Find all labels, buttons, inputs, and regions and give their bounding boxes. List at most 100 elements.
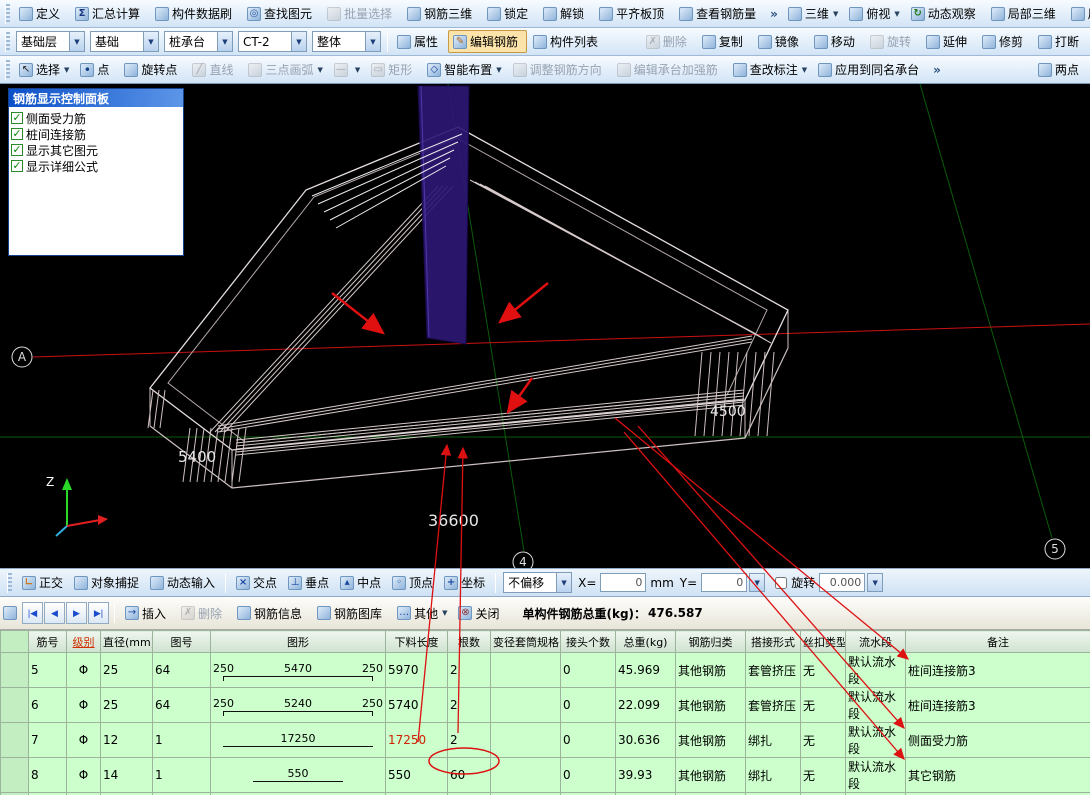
toolbar-button[interactable]: 屏幕 bbox=[1066, 2, 1090, 25]
toolbar-button[interactable]: 垂点 bbox=[283, 571, 334, 594]
offset-combo[interactable]: 不偏移 ▼ bbox=[503, 572, 572, 593]
cell-diameter[interactable]: 12 bbox=[101, 723, 153, 758]
cell-level[interactable]: Φ bbox=[67, 688, 101, 723]
table-row[interactable]: 6 Φ 25 64 250 5240 250 5740 bbox=[1, 688, 1090, 723]
cell-level[interactable]: Φ bbox=[67, 758, 101, 793]
cell-cut-length[interactable]: 550 bbox=[386, 758, 448, 793]
toolbar-button[interactable]: 打断 bbox=[1033, 30, 1088, 53]
record-nav-button[interactable]: ◀ bbox=[44, 602, 65, 624]
toolbar-button[interactable]: 直线 bbox=[187, 58, 242, 81]
cell-quantity[interactable]: 2 bbox=[448, 723, 491, 758]
combo-box[interactable]: 基础层 ▼ bbox=[16, 31, 85, 52]
toolbar-button[interactable]: 三维 ▼ bbox=[783, 2, 843, 25]
toolbar-button[interactable]: 旋转 bbox=[865, 30, 920, 53]
toolbar-button[interactable]: 属性 bbox=[392, 30, 447, 53]
toolbar-button[interactable]: 汇总计算 bbox=[70, 2, 149, 25]
cell-figure-no[interactable]: 64 bbox=[153, 653, 211, 688]
table-row[interactable]: 7 Φ 12 1 17250 17250 bbox=[1, 723, 1090, 758]
cell-category[interactable]: 其他钢筋 bbox=[676, 758, 746, 793]
column-header[interactable]: 根数 bbox=[448, 631, 491, 653]
cell-sleeve-spec[interactable] bbox=[491, 723, 561, 758]
toolbar-button[interactable]: 俯视 ▼ bbox=[844, 2, 904, 25]
toolbar-button[interactable]: 编辑钢筋 bbox=[448, 30, 527, 53]
toolbar-button[interactable]: 查改标注 ▼ bbox=[728, 58, 812, 81]
chevron-down-icon[interactable]: ▼ bbox=[143, 32, 158, 51]
cell-cut-length[interactable]: 5970 bbox=[386, 653, 448, 688]
toolbar-button[interactable]: 钢筋图库 bbox=[312, 602, 391, 625]
toolbar-grip[interactable] bbox=[5, 4, 10, 24]
table-row[interactable]: 8 Φ 14 1 550 550 bbox=[1, 758, 1090, 793]
column-header[interactable]: 直径(mm) bbox=[101, 631, 153, 653]
cell-shape[interactable]: 17250 bbox=[211, 723, 386, 758]
cell-no[interactable]: 8 bbox=[29, 758, 67, 793]
cell-no[interactable]: 6 bbox=[29, 688, 67, 723]
cell-diameter[interactable]: 25 bbox=[101, 688, 153, 723]
cell-no[interactable]: 7 bbox=[29, 723, 67, 758]
column-header[interactable]: 接头个数 bbox=[561, 631, 616, 653]
cell-remark[interactable]: 桩间连接筋3 bbox=[906, 688, 1090, 723]
cell-quantity[interactable]: 2 bbox=[448, 688, 491, 723]
toolbar-button[interactable]: 对象捕捉 bbox=[69, 571, 144, 594]
column-header[interactable]: 丝扣类型 bbox=[801, 631, 846, 653]
toolbar-grip[interactable] bbox=[5, 60, 10, 80]
toolbar-button[interactable]: 删除 bbox=[641, 30, 696, 53]
column-header[interactable]: 筋号 bbox=[29, 631, 67, 653]
cell-weight[interactable]: 45.969 bbox=[616, 653, 676, 688]
column-header[interactable]: 流水段 bbox=[846, 631, 906, 653]
toolbar-button[interactable]: 坐标 bbox=[439, 571, 490, 594]
combo-box[interactable]: 基础 ▼ bbox=[90, 31, 159, 52]
y-spinner[interactable]: ▼ bbox=[749, 573, 765, 592]
cell-remark[interactable]: 其它钢筋 bbox=[906, 758, 1090, 793]
column-header[interactable]: 下料长度 bbox=[386, 631, 448, 653]
row-selector[interactable] bbox=[1, 653, 29, 688]
toolbar-button[interactable]: 删除 bbox=[176, 602, 231, 625]
cell-thread-type[interactable]: 无 bbox=[801, 653, 846, 688]
cell-category[interactable]: 其他钢筋 bbox=[676, 688, 746, 723]
cell-no[interactable]: 5 bbox=[29, 653, 67, 688]
toolbar-button[interactable]: 钢筋信息 bbox=[232, 602, 311, 625]
cell-flow-section[interactable]: 默认流水段 bbox=[846, 758, 906, 793]
cell-figure-no[interactable]: 64 bbox=[153, 688, 211, 723]
row-selector[interactable] bbox=[1, 723, 29, 758]
cell-thread-type[interactable]: 无 bbox=[801, 723, 846, 758]
toolbar-button[interactable]: 定义 bbox=[14, 2, 69, 25]
cell-thread-type[interactable]: 无 bbox=[801, 688, 846, 723]
cell-quantity[interactable]: 60 bbox=[448, 758, 491, 793]
toolbar-button[interactable]: 顶点 bbox=[387, 571, 438, 594]
toolbar-button[interactable]: 调整钢筋方向 bbox=[508, 58, 611, 81]
toolbar-button[interactable]: 动态观察 bbox=[906, 2, 985, 25]
toolbar-button[interactable]: 构件数据刷 bbox=[150, 2, 241, 25]
cell-remark[interactable]: 桩间连接筋3 bbox=[906, 653, 1090, 688]
combo-box[interactable]: 桩承台 ▼ bbox=[164, 31, 233, 52]
column-header[interactable]: 级别 bbox=[67, 631, 101, 653]
cell-joint-count[interactable]: 0 bbox=[561, 723, 616, 758]
cell-flow-section[interactable]: 默认流水段 bbox=[846, 688, 906, 723]
rotate-checkbox[interactable] bbox=[775, 577, 787, 589]
cell-category[interactable]: 其他钢筋 bbox=[676, 653, 746, 688]
rotate-dropdown[interactable]: ▼ bbox=[867, 573, 883, 592]
rebar-table[interactable]: 筋号 级别 直径(mm) 图号 图形 下料长度 bbox=[0, 630, 1090, 795]
cell-diameter[interactable]: 25 bbox=[101, 653, 153, 688]
cell-flow-section[interactable]: 默认流水段 bbox=[846, 653, 906, 688]
combo-box[interactable]: CT-2 ▼ bbox=[238, 31, 307, 52]
column-header[interactable]: 备注 bbox=[906, 631, 1090, 653]
toolbar-button[interactable]: 锁定 bbox=[482, 2, 537, 25]
toolbar-button[interactable]: 三点画弧 ▼ bbox=[243, 58, 327, 81]
display-option[interactable]: ✓ 侧面受力筋 bbox=[11, 110, 181, 126]
cell-thread-type[interactable]: 无 bbox=[801, 758, 846, 793]
grid-handle-icon[interactable] bbox=[3, 606, 17, 620]
record-nav-button[interactable]: ▶| bbox=[88, 602, 109, 624]
toolbar-button[interactable]: 移动 bbox=[809, 30, 864, 53]
toolbar-button[interactable]: 应用到同名承台 bbox=[813, 58, 928, 81]
row-selector[interactable] bbox=[1, 688, 29, 723]
cell-weight[interactable]: 39.93 bbox=[616, 758, 676, 793]
column-header[interactable]: 变径套筒规格 bbox=[491, 631, 561, 653]
cell-joint-count[interactable]: 0 bbox=[561, 758, 616, 793]
cell-flow-section[interactable]: 默认流水段 bbox=[846, 723, 906, 758]
toolbar-button[interactable]: 查看钢筋量 bbox=[674, 2, 765, 25]
3d-viewport[interactable]: Z A 4 5 5400 4500 36600 钢筋显示控制面板 ✓ 侧面受力筋… bbox=[0, 84, 1090, 568]
toolbar-button[interactable]: 动态输入 bbox=[145, 571, 220, 594]
x-input[interactable] bbox=[600, 573, 646, 592]
cell-weight[interactable]: 22.099 bbox=[616, 688, 676, 723]
cell-cut-length[interactable]: 17250 bbox=[386, 723, 448, 758]
